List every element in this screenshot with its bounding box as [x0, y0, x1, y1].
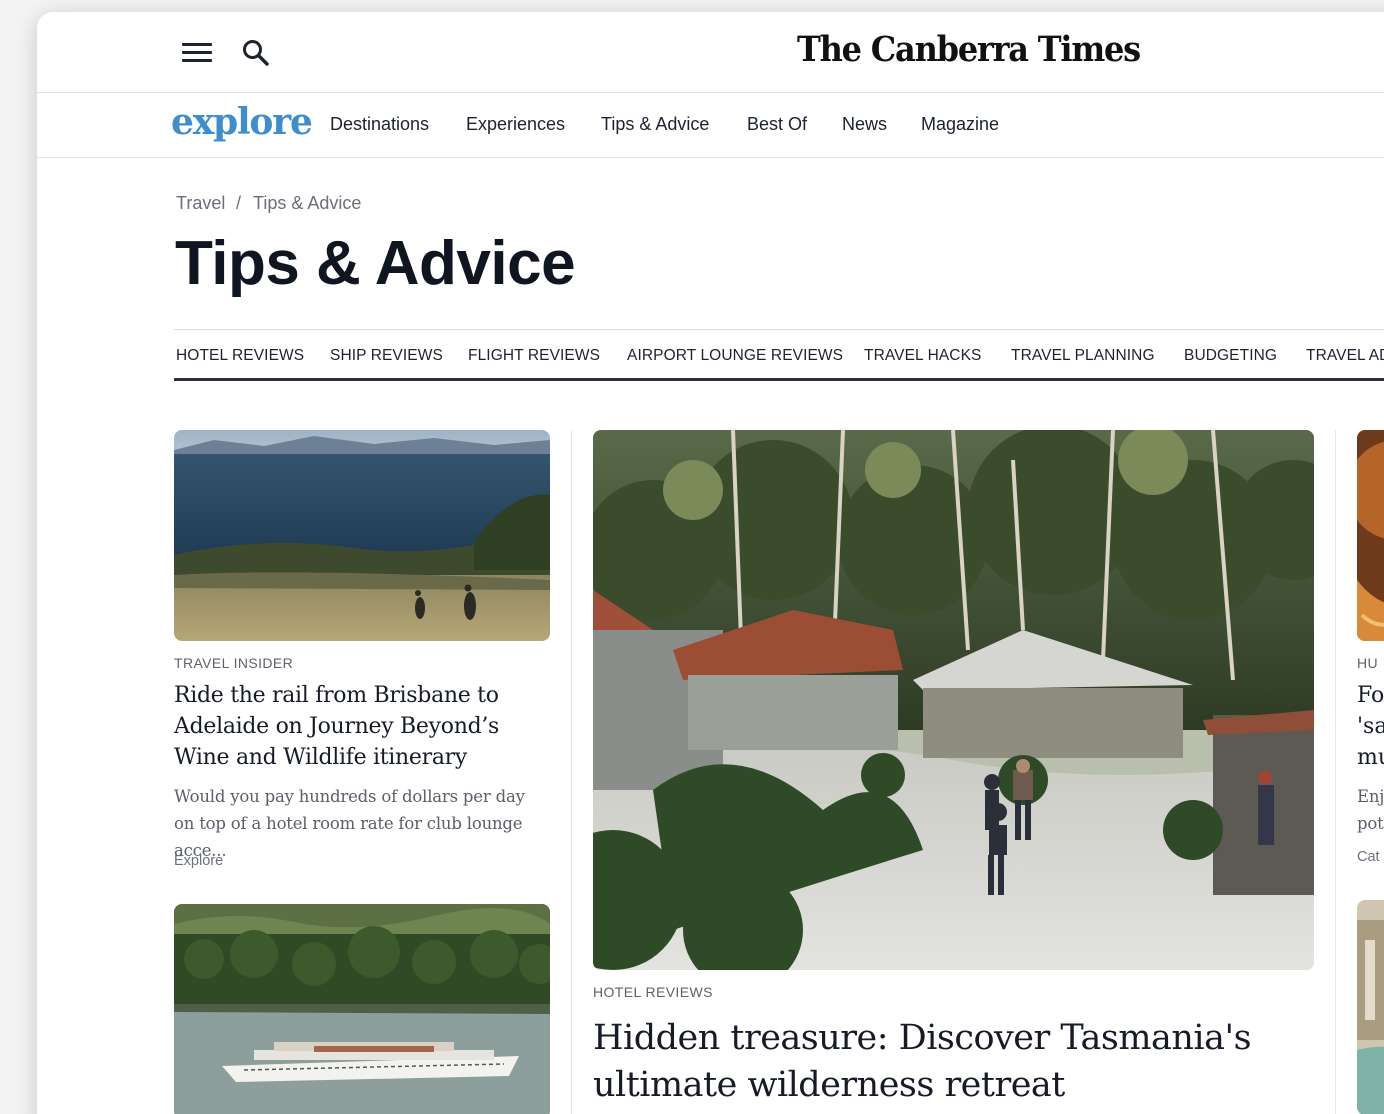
- nav-link-tips-advice[interactable]: Tips & Advice: [601, 114, 709, 135]
- article-excerpt-partial-line-2: pot: [1357, 814, 1384, 833]
- page-title: Tips & Advice: [175, 229, 576, 298]
- nav-link-destinations[interactable]: Destinations: [330, 114, 429, 135]
- nav-link-best-of[interactable]: Best Of: [747, 114, 807, 135]
- nav-link-news[interactable]: News: [842, 114, 887, 135]
- category-tabs: HOTEL REVIEWS SHIP REVIEWS FLIGHT REVIEW…: [174, 329, 1384, 381]
- article-image-kangaroos[interactable]: [174, 430, 550, 641]
- column-divider: [571, 430, 572, 1114]
- nav-link-magazine[interactable]: Magazine: [921, 114, 999, 135]
- top-bar: The Canberra Times: [37, 12, 1384, 93]
- tab-travel-planning[interactable]: TRAVEL PLANNING: [1011, 347, 1155, 365]
- featured-article-tag[interactable]: HOTEL REVIEWS: [593, 984, 713, 1000]
- tab-travel-ad[interactable]: TRAVEL AD: [1306, 347, 1384, 365]
- section-nav: explore Destinations Experiences Tips & …: [37, 93, 1384, 158]
- article-headline-partial-line-1[interactable]: Fo: [1357, 680, 1384, 711]
- tab-ship-reviews[interactable]: SHIP REVIEWS: [330, 347, 443, 365]
- tab-travel-hacks[interactable]: TRAVEL HACKS: [864, 347, 981, 365]
- article-image-partial-2[interactable]: [1357, 900, 1384, 1114]
- article-source-partial[interactable]: Cat: [1357, 849, 1380, 865]
- tab-hotel-reviews[interactable]: HOTEL REVIEWS: [176, 347, 304, 365]
- tab-flight-reviews[interactable]: FLIGHT REVIEWS: [468, 347, 600, 365]
- article-tag[interactable]: TRAVEL INSIDER: [174, 655, 293, 671]
- tab-airport-lounge-reviews[interactable]: AIRPORT LOUNGE REVIEWS: [627, 347, 843, 365]
- search-icon[interactable]: [241, 38, 271, 68]
- column-divider: [1335, 430, 1336, 1114]
- nav-link-experiences[interactable]: Experiences: [466, 114, 565, 135]
- article-excerpt-partial-line-1: Enj: [1357, 787, 1384, 806]
- breadcrumb-tips-advice[interactable]: Tips & Advice: [253, 193, 361, 214]
- masthead-logo[interactable]: The Canberra Times: [797, 28, 1141, 69]
- article-headline-partial-line-3[interactable]: mu: [1357, 742, 1384, 773]
- tab-budgeting[interactable]: BUDGETING: [1184, 347, 1277, 365]
- article-tag-partial[interactable]: HU: [1357, 655, 1378, 671]
- article-image-river-cruise[interactable]: [174, 904, 550, 1114]
- article-excerpt: Would you pay hundreds of dollars per da…: [174, 787, 525, 860]
- article-image-partial[interactable]: [1357, 430, 1384, 641]
- article-headline[interactable]: Ride the rail from Brisbane to Adelaide …: [174, 680, 554, 773]
- breadcrumb-separator: /: [236, 193, 242, 213]
- featured-article-image[interactable]: [593, 430, 1314, 970]
- breadcrumb-travel[interactable]: Travel: [176, 193, 225, 214]
- featured-article-headline[interactable]: Hidden treasure: Discover Tasmania's ult…: [593, 1015, 1293, 1109]
- article-source[interactable]: Explore: [174, 853, 223, 869]
- browser-window: The Canberra Times explore Destinations …: [37, 12, 1384, 1114]
- article-headline-partial-line-2[interactable]: 'sa: [1357, 711, 1384, 742]
- explore-logo[interactable]: explore: [171, 101, 313, 143]
- hamburger-menu-icon[interactable]: [181, 40, 213, 66]
